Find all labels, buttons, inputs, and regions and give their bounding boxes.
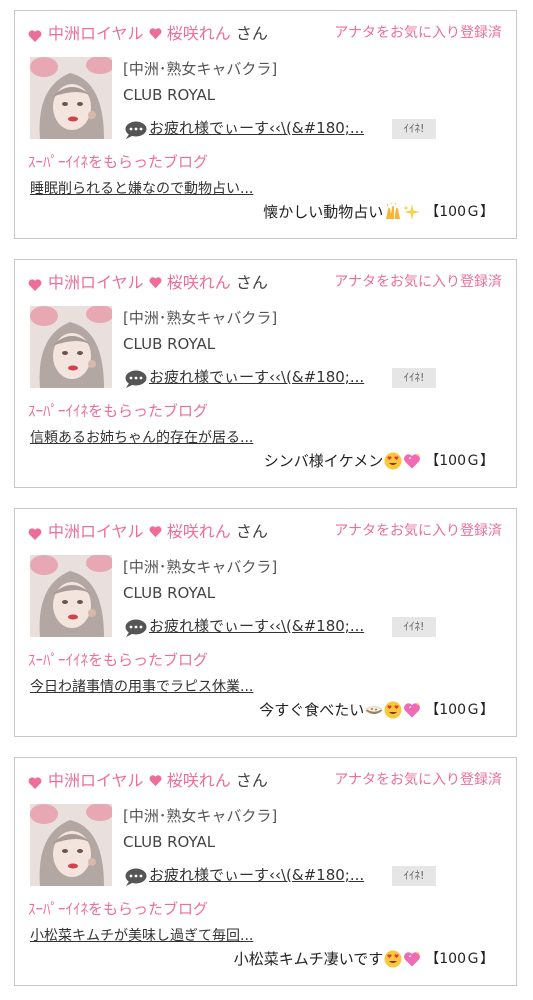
heart-icon: [149, 775, 162, 787]
favorite-status: アナタをお気に入り登録済: [334, 25, 502, 41]
cast-name: 桜咲れん: [166, 24, 231, 43]
points-badge: 【100Ｇ】: [425, 204, 494, 220]
iine-button[interactable]: ｲｲﾈ!: [392, 368, 436, 388]
super-iine-label: ｽｰﾊﾟｰｲｲﾈをもらったブログ: [28, 402, 209, 420]
sparkling-heart-icon: [404, 453, 421, 469]
cast-name-link[interactable]: 中洲ロイヤル 桜咲れん さん: [48, 521, 268, 543]
avatar[interactable]: [30, 804, 112, 886]
blog-excerpt: 小松菜キムチ凄いです 【100Ｇ】: [234, 948, 494, 970]
super-iine-label: ｽｰﾊﾟｰｲｲﾈをもらったブログ: [28, 651, 209, 669]
super-iine-label: ｽｰﾊﾟｰｲｲﾈをもらったブログ: [28, 153, 209, 171]
blog-text: 今すぐ食べたい: [259, 701, 365, 719]
cast-name: 桜咲れん: [166, 522, 231, 541]
heart-icon: [28, 30, 42, 42]
heart-icon: [28, 528, 42, 540]
heart-icon: [28, 279, 42, 291]
speech-bubble-icon: [125, 121, 147, 139]
shop-prefix: 中洲ロイヤル: [48, 771, 144, 790]
honorific: さん: [235, 24, 268, 43]
blog-text: 懐かしい動物占い: [263, 203, 384, 221]
avatar-photo: [30, 804, 112, 886]
post-card: 中洲ロイヤル 桜咲れん さん アナタをお気に入り登録済 [中洲･熟女キャバクラ]…: [14, 259, 517, 488]
blog-text: 小松菜キムチ凄いです: [233, 950, 384, 968]
avatar[interactable]: [30, 555, 112, 637]
shop-genre: [中洲･熟女キャバクラ]: [123, 807, 278, 825]
message-link[interactable]: お疲れ様でぃーす‹‹\(&#180;...: [149, 864, 364, 886]
shop-genre: [中洲･熟女キャバクラ]: [123, 309, 278, 327]
honorific: さん: [235, 771, 268, 790]
post-card: 中洲ロイヤル 桜咲れん さん アナタをお気に入り登録済 [中洲･熟女キャバクラ]…: [14, 757, 517, 986]
iine-button[interactable]: ｲｲﾈ!: [392, 119, 436, 139]
avatar-photo: [30, 555, 112, 637]
points-badge: 【100Ｇ】: [425, 702, 494, 718]
shop-prefix: 中洲ロイヤル: [48, 273, 144, 292]
super-iine-label: ｽｰﾊﾟｰｲｲﾈをもらったブログ: [28, 900, 209, 918]
points-badge: 【100Ｇ】: [425, 453, 494, 469]
speech-bubble-icon: [125, 370, 147, 388]
food-bowl-icon: [365, 706, 383, 714]
cast-name-link[interactable]: 中洲ロイヤル 桜咲れん さん: [48, 23, 268, 45]
shop-name: CLUB ROYAL: [123, 86, 216, 104]
shop-name: CLUB ROYAL: [123, 335, 216, 353]
post-card: 中洲ロイヤル 桜咲れん さん アナタをお気に入り登録済 [中洲･熟女キャバクラ]…: [14, 508, 517, 737]
shop-name: CLUB ROYAL: [123, 584, 216, 602]
avatar[interactable]: [30, 57, 112, 139]
blog-title-link[interactable]: 今日わ諸事情の用事でラピス休業...: [30, 677, 253, 697]
avatar-photo: [30, 57, 112, 139]
honorific: さん: [235, 273, 268, 292]
heart-icon: [149, 28, 162, 40]
shop-prefix: 中洲ロイヤル: [48, 24, 144, 43]
heart-eyes-icon: [384, 950, 402, 968]
message-link[interactable]: お疲れ様でぃーす‹‹\(&#180;...: [149, 117, 364, 139]
heart-icon: [149, 277, 162, 289]
heart-icon: [149, 526, 162, 538]
sparkling-heart-icon: [404, 702, 421, 718]
heart-eyes-icon: [384, 452, 402, 470]
shop-name: CLUB ROYAL: [123, 833, 216, 851]
blog-excerpt: シンバ様イケメン 【100Ｇ】: [264, 450, 494, 472]
blog-title-link[interactable]: 睡眠削られると嫌なので動物占い...: [30, 179, 253, 199]
blog-excerpt: 今すぐ食べたい 【100Ｇ】: [259, 699, 494, 721]
message-link[interactable]: お疲れ様でぃーす‹‹\(&#180;...: [149, 366, 364, 388]
iine-button[interactable]: ｲｲﾈ!: [392, 617, 436, 637]
cast-name-link[interactable]: 中洲ロイヤル 桜咲れん さん: [48, 272, 268, 294]
heart-icon: [28, 777, 42, 789]
favorite-status: アナタをお気に入り登録済: [334, 274, 502, 290]
blog-title-link[interactable]: 小松菜キムチが美味し過ぎて毎回...: [30, 926, 253, 946]
cast-name: 桜咲れん: [166, 273, 231, 292]
shop-genre: [中洲･熟女キャバクラ]: [123, 60, 278, 78]
heart-eyes-icon: [384, 701, 402, 719]
points-badge: 【100Ｇ】: [425, 951, 494, 967]
honorific: さん: [235, 522, 268, 541]
favorite-status: アナタをお気に入り登録済: [334, 772, 502, 788]
avatar[interactable]: [30, 306, 112, 388]
avatar-photo: [30, 306, 112, 388]
blog-title-link[interactable]: 信頼あるお姉ちゃん的存在が居る...: [30, 428, 253, 448]
cast-name-link[interactable]: 中洲ロイヤル 桜咲れん さん: [48, 770, 268, 792]
sparkling-heart-icon: [404, 951, 421, 967]
speech-bubble-icon: [125, 868, 147, 886]
iine-button[interactable]: ｲｲﾈ!: [392, 866, 436, 886]
shop-prefix: 中洲ロイヤル: [48, 522, 144, 541]
blog-like-list: 中洲ロイヤル 桜咲れん さん アナタをお気に入り登録済 [中洲･熟女キャバクラ]…: [0, 0, 533, 1000]
shop-genre: [中洲･熟女キャバクラ]: [123, 558, 278, 576]
post-card: 中洲ロイヤル 桜咲れん さん アナタをお気に入り登録済 [中洲･熟女キャバクラ]…: [14, 10, 517, 239]
speech-bubble-icon: [125, 619, 147, 637]
favorite-status: アナタをお気に入り登録済: [334, 523, 502, 539]
raised-hands-icon: [386, 203, 401, 219]
sparkles-icon: [403, 204, 421, 220]
blog-excerpt: 懐かしい動物占い 【100Ｇ】: [263, 201, 494, 223]
message-link[interactable]: お疲れ様でぃーす‹‹\(&#180;...: [149, 615, 364, 637]
cast-name: 桜咲れん: [166, 771, 231, 790]
blog-text: シンバ様イケメン: [263, 452, 384, 470]
